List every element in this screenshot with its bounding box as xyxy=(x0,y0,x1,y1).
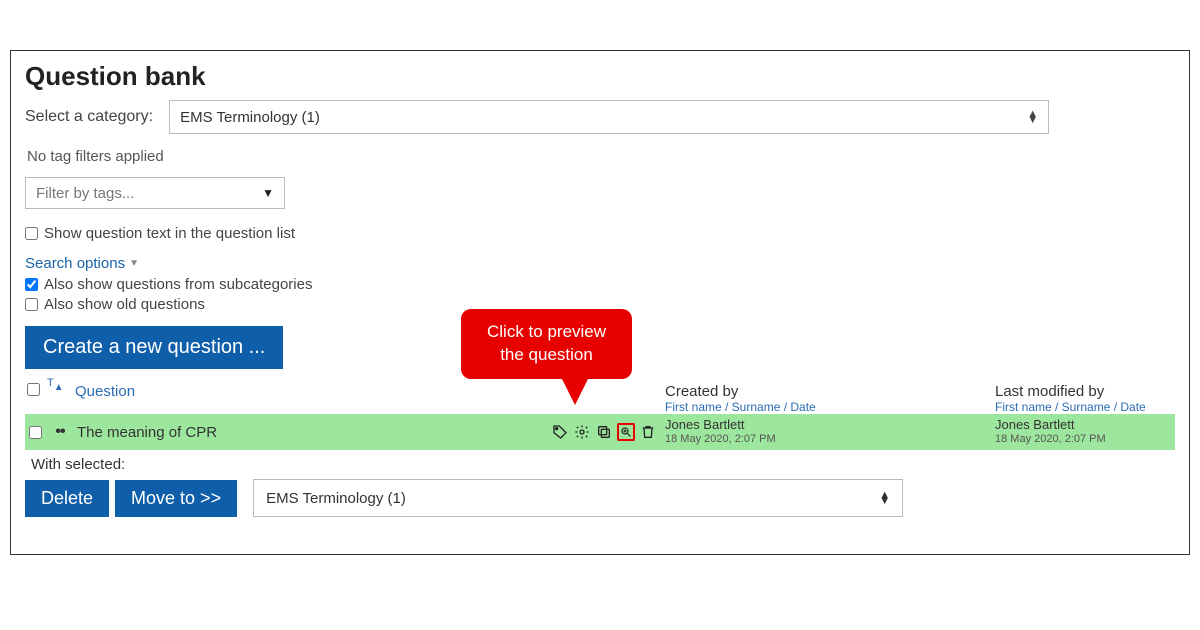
search-options-toggle[interactable]: Search options ▼ xyxy=(25,255,139,272)
created-cell: Jones Bartlett 18 May 2020, 2:07 PM xyxy=(665,418,995,446)
preview-callout: Click to preview the question xyxy=(461,309,632,379)
category-label: Select a category: xyxy=(25,108,153,126)
move-target-value: EMS Terminology (1) xyxy=(266,490,406,507)
created-by-title: Created by xyxy=(665,383,995,400)
modified-by-header: Last modified by First name / Surname / … xyxy=(995,383,1175,414)
created-by-sub[interactable]: First name / Surname / Date xyxy=(665,400,995,414)
created-by-name: Jones Bartlett xyxy=(665,418,995,433)
question-type-icon: •• xyxy=(49,423,71,441)
modified-by-sub[interactable]: First name / Surname / Date xyxy=(995,400,1175,414)
row-actions xyxy=(551,423,657,441)
category-select[interactable]: EMS Terminology (1) ▲▼ xyxy=(169,100,1049,134)
question-table-header: T▲ Question Created by First name / Surn… xyxy=(25,383,1175,414)
chevron-down-icon: ▼ xyxy=(262,186,274,200)
page-title: Question bank xyxy=(25,61,1175,92)
modified-cell: Jones Bartlett 18 May 2020, 2:07 PM xyxy=(995,418,1175,446)
callout-text: Click to preview the question xyxy=(487,322,606,364)
updown-icon: ▲▼ xyxy=(1027,111,1038,123)
question-bank-panel: Question bank Select a category: EMS Ter… xyxy=(10,50,1190,555)
no-tag-filters-label: No tag filters applied xyxy=(27,148,1175,165)
modified-date: 18 May 2020, 2:07 PM xyxy=(995,433,1175,446)
row-checkbox[interactable] xyxy=(29,426,42,439)
old-questions-checkbox[interactable] xyxy=(25,298,38,311)
old-questions-label: Also show old questions xyxy=(44,296,205,313)
create-question-button[interactable]: Create a new question ... xyxy=(25,326,283,369)
search-options-label: Search options xyxy=(25,255,125,272)
subcategories-option[interactable]: Also show questions from subcategories xyxy=(25,276,1175,293)
preview-icon[interactable] xyxy=(617,423,635,441)
trash-icon[interactable] xyxy=(639,423,657,441)
modified-by-name: Jones Bartlett xyxy=(995,418,1175,433)
question-name[interactable]: The meaning of CPR xyxy=(71,424,551,441)
updown-icon: ▲▼ xyxy=(879,492,890,504)
gear-icon[interactable] xyxy=(573,423,591,441)
subcategories-label: Also show questions from subcategories xyxy=(44,276,312,293)
move-target-select[interactable]: EMS Terminology (1) ▲▼ xyxy=(253,479,903,517)
created-by-header: Created by First name / Surname / Date xyxy=(665,383,995,414)
filter-tags-placeholder: Filter by tags... xyxy=(36,185,134,202)
created-date: 18 May 2020, 2:07 PM xyxy=(665,433,995,446)
delete-button[interactable]: Delete xyxy=(25,480,109,517)
question-row: •• The meaning of CPR Jones Bartlett 18 … xyxy=(25,414,1175,450)
type-sort-header[interactable]: T▲ xyxy=(47,383,69,395)
modified-by-title: Last modified by xyxy=(995,383,1175,400)
show-text-checkbox[interactable] xyxy=(25,227,38,240)
with-selected-label: With selected: xyxy=(31,456,1175,473)
filter-tags-select[interactable]: Filter by tags... ▼ xyxy=(25,177,285,209)
tag-icon[interactable] xyxy=(551,423,569,441)
show-text-option[interactable]: Show question text in the question list xyxy=(25,225,1175,242)
select-all-checkbox[interactable] xyxy=(27,383,40,396)
move-to-button[interactable]: Move to >> xyxy=(115,480,237,517)
chevron-down-icon: ▼ xyxy=(129,258,139,269)
with-selected-actions: Delete Move to >> EMS Terminology (1) ▲▼ xyxy=(25,479,1175,517)
category-row: Select a category: EMS Terminology (1) ▲… xyxy=(25,100,1175,134)
subcategories-checkbox[interactable] xyxy=(25,278,38,291)
show-text-label: Show question text in the question list xyxy=(44,225,295,242)
duplicate-icon[interactable] xyxy=(595,423,613,441)
category-select-value: EMS Terminology (1) xyxy=(180,109,320,126)
